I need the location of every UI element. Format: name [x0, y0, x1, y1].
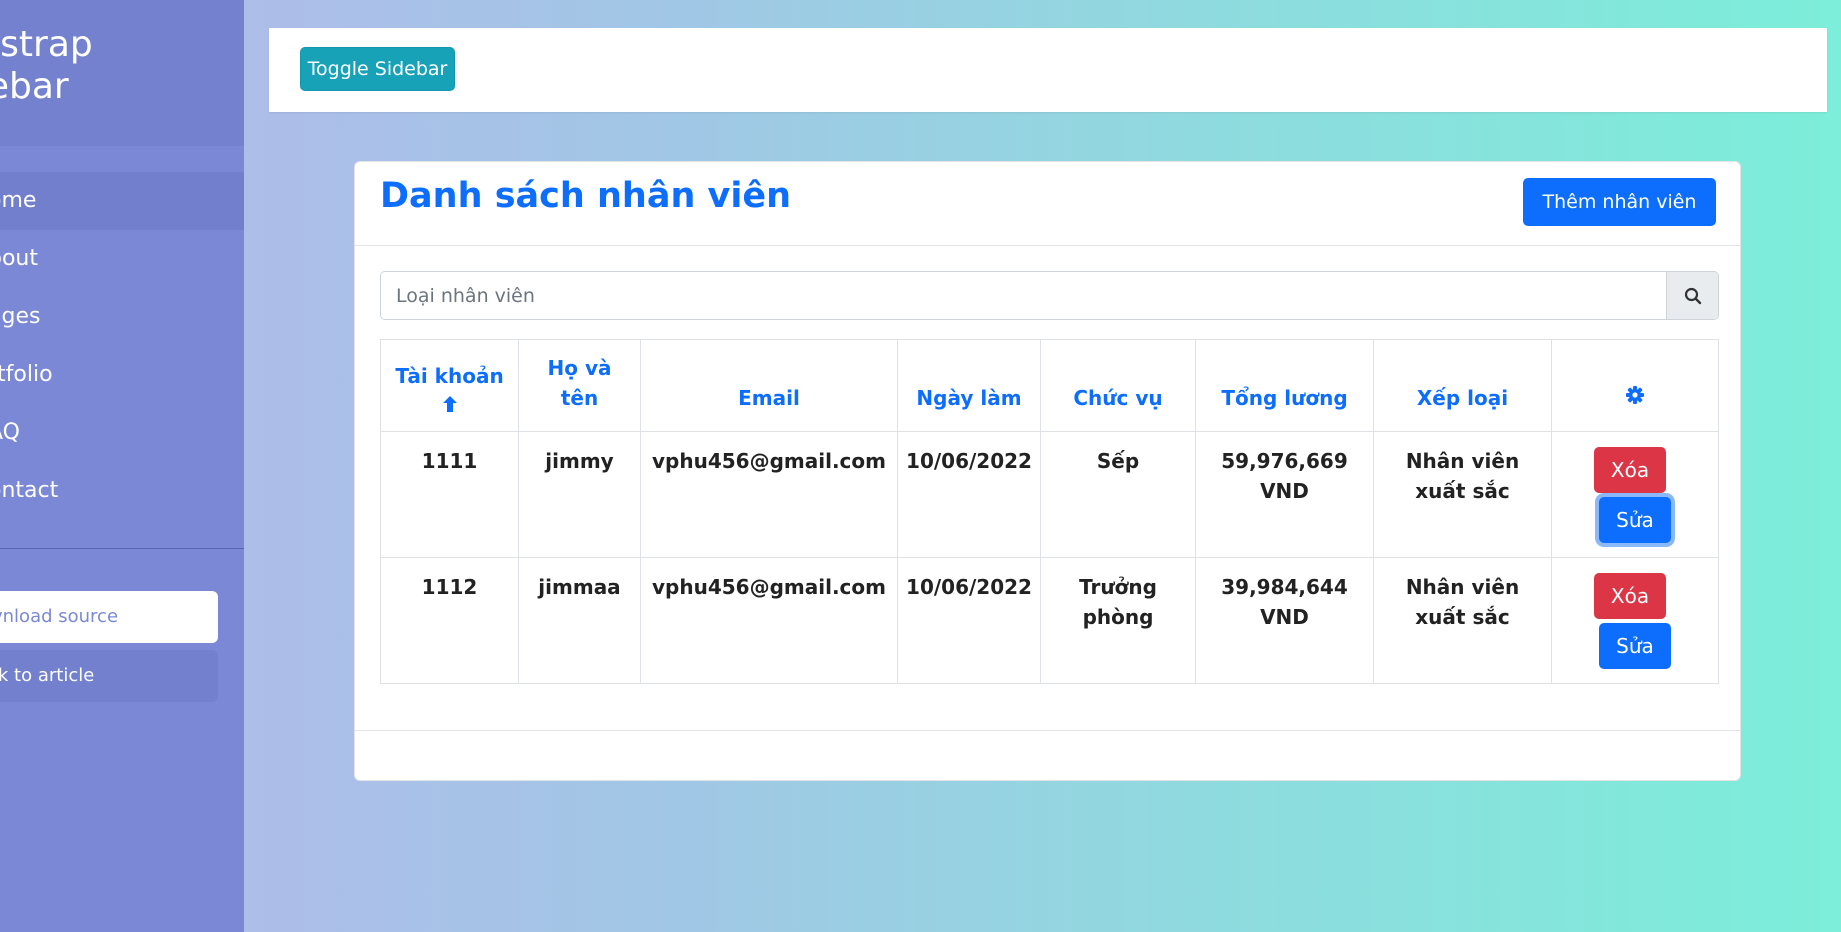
cell-email: vphu456@gmail.com [640, 431, 898, 558]
card-header: Danh sách nhân viên Thêm nhân viên [355, 162, 1740, 246]
cell-account: 1112 [380, 557, 519, 684]
column-header-actions [1551, 339, 1719, 432]
cell-email: vphu456@gmail.com [640, 557, 898, 684]
column-header-date[interactable]: Ngày làm [897, 339, 1041, 432]
cell-rank: Nhân viên xuất sắc [1373, 557, 1552, 684]
cell-rank: Nhân viên xuất sắc [1373, 431, 1552, 558]
search-group [380, 271, 1719, 320]
sidebar-item-pages[interactable]: ages [0, 288, 244, 346]
cell-date: 10/06/2022 [897, 557, 1041, 684]
column-header-role[interactable]: Chức vụ [1040, 339, 1196, 432]
search-icon [1684, 287, 1701, 304]
column-header-account[interactable]: Tài khoản [380, 339, 519, 432]
add-employee-button[interactable]: Thêm nhân viên [1523, 178, 1716, 226]
delete-button[interactable]: Xóa [1594, 573, 1666, 619]
sidebar-item-portfolio[interactable]: rtfolio [0, 346, 244, 404]
cell-salary: 59,976,669 VND [1195, 431, 1374, 558]
employee-card: Danh sách nhân viên Thêm nhân viên Tài k… [354, 161, 1741, 781]
cell-account: 1111 [380, 431, 519, 558]
table-row: 1112 jimmaa vphu456@gmail.com 10/06/2022… [380, 557, 1719, 684]
sidebar-item-contact[interactable]: ontact [0, 462, 244, 520]
cell-actions: Xóa Sửa [1551, 431, 1719, 558]
edit-button[interactable]: Sửa [1599, 497, 1671, 543]
arrow-up-icon [442, 396, 457, 412]
page-title: Danh sách nhân viên [380, 176, 792, 216]
sidebar-divider [0, 548, 244, 549]
sidebar: otstrap debar ome bout ages rtfolio AQ o… [0, 0, 244, 932]
delete-button[interactable]: Xóa [1594, 447, 1666, 493]
cell-role: Sếp [1040, 431, 1196, 558]
table-header-row: Tài khoản Họ và tên Email Ngày làm Chức … [380, 339, 1719, 432]
toggle-sidebar-button[interactable]: Toggle Sidebar [300, 47, 455, 91]
cell-name: jimmaa [518, 557, 641, 684]
sidebar-item-faq[interactable]: AQ [0, 404, 244, 462]
sidebar-menu: ome bout ages rtfolio AQ ontact [0, 172, 244, 520]
edit-button[interactable]: Sửa [1599, 623, 1671, 669]
search-input[interactable] [381, 272, 1666, 319]
table-row: 1111 jimmy vphu456@gmail.com 10/06/2022 … [380, 431, 1719, 558]
cell-actions: Xóa Sửa [1551, 557, 1719, 684]
column-header-name[interactable]: Họ và tên [518, 339, 641, 432]
search-button[interactable] [1666, 272, 1718, 319]
sidebar-header: otstrap debar [0, 0, 244, 146]
cell-salary: 39,984,644 VND [1195, 557, 1374, 684]
column-header-salary[interactable]: Tổng lương [1195, 339, 1374, 432]
sidebar-item-about[interactable]: bout [0, 230, 244, 288]
cell-date: 10/06/2022 [897, 431, 1041, 558]
sidebar-item-home[interactable]: ome [0, 172, 244, 230]
download-source-button[interactable]: vnload source [0, 591, 218, 643]
sidebar-title: otstrap debar [0, 24, 93, 107]
cell-role: Trưởng phòng [1040, 557, 1196, 684]
column-header-email[interactable]: Email [640, 339, 898, 432]
employee-table: Tài khoản Họ và tên Email Ngày làm Chức … [380, 339, 1719, 684]
gear-icon [1626, 386, 1644, 404]
topbar: Toggle Sidebar [269, 28, 1827, 112]
cell-name: jimmy [518, 431, 641, 558]
back-to-article-button[interactable]: ck to article [0, 650, 218, 702]
card-footer [355, 730, 1740, 731]
column-header-rank[interactable]: Xếp loại [1373, 339, 1552, 432]
